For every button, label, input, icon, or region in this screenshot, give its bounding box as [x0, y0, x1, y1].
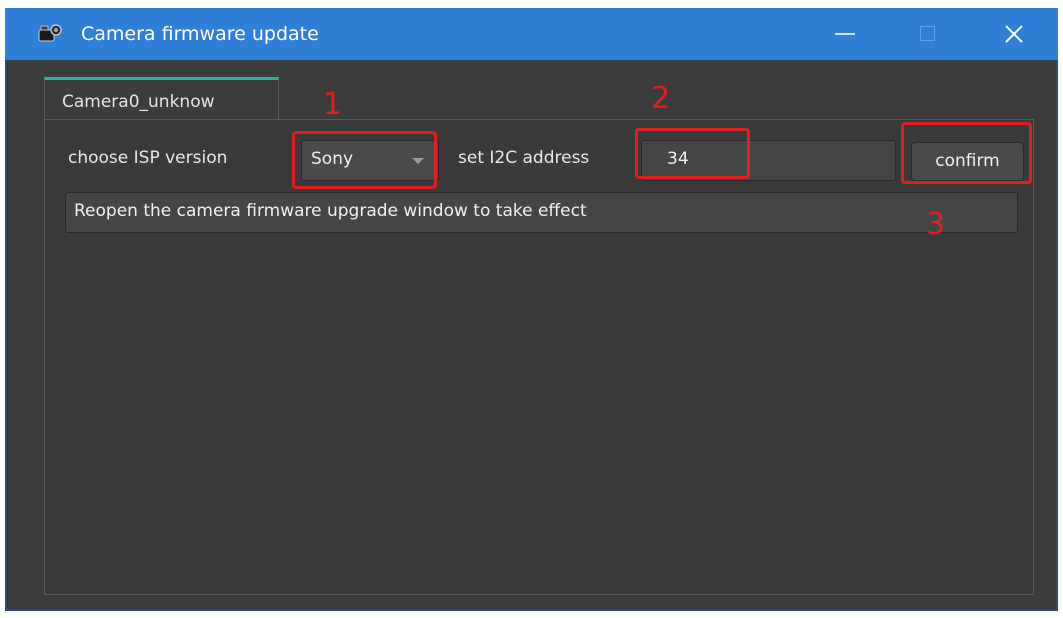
isp-version-label: choose ISP version — [68, 148, 228, 168]
annotation-number-2: 2 — [651, 81, 671, 116]
annotation-number-3: 3 — [926, 207, 946, 242]
status-message: Reopen the camera firmware upgrade windo… — [74, 201, 587, 221]
title-bar[interactable]: Camera firmware update — [5, 8, 1058, 60]
tab-camera0[interactable]: Camera0_unknow — [44, 77, 279, 120]
minimize-button[interactable] — [823, 8, 869, 60]
annotation-box-3 — [901, 122, 1032, 184]
maximize-button[interactable] — [906, 8, 952, 60]
close-icon — [1005, 25, 1023, 43]
window-content: Camera0_unknow choose ISP version Sony s… — [7, 60, 1056, 609]
camera-icon — [38, 24, 62, 42]
annotation-box-1 — [292, 131, 437, 189]
window-title: Camera firmware update — [81, 23, 319, 45]
minimize-icon — [835, 33, 855, 35]
maximize-icon — [920, 26, 935, 41]
annotation-number-1: 1 — [323, 87, 343, 122]
close-button[interactable] — [991, 8, 1037, 60]
tab-panel: choose ISP version Sony set I2C address … — [44, 119, 1034, 595]
i2c-address-label: set I2C address — [458, 148, 590, 168]
annotation-box-2 — [635, 128, 750, 179]
tab-label: Camera0_unknow — [62, 92, 215, 112]
camera-firmware-update-window: Camera firmware update Camera0_unknow ch… — [5, 8, 1058, 611]
status-message-field: Reopen the camera firmware upgrade windo… — [65, 192, 1018, 233]
